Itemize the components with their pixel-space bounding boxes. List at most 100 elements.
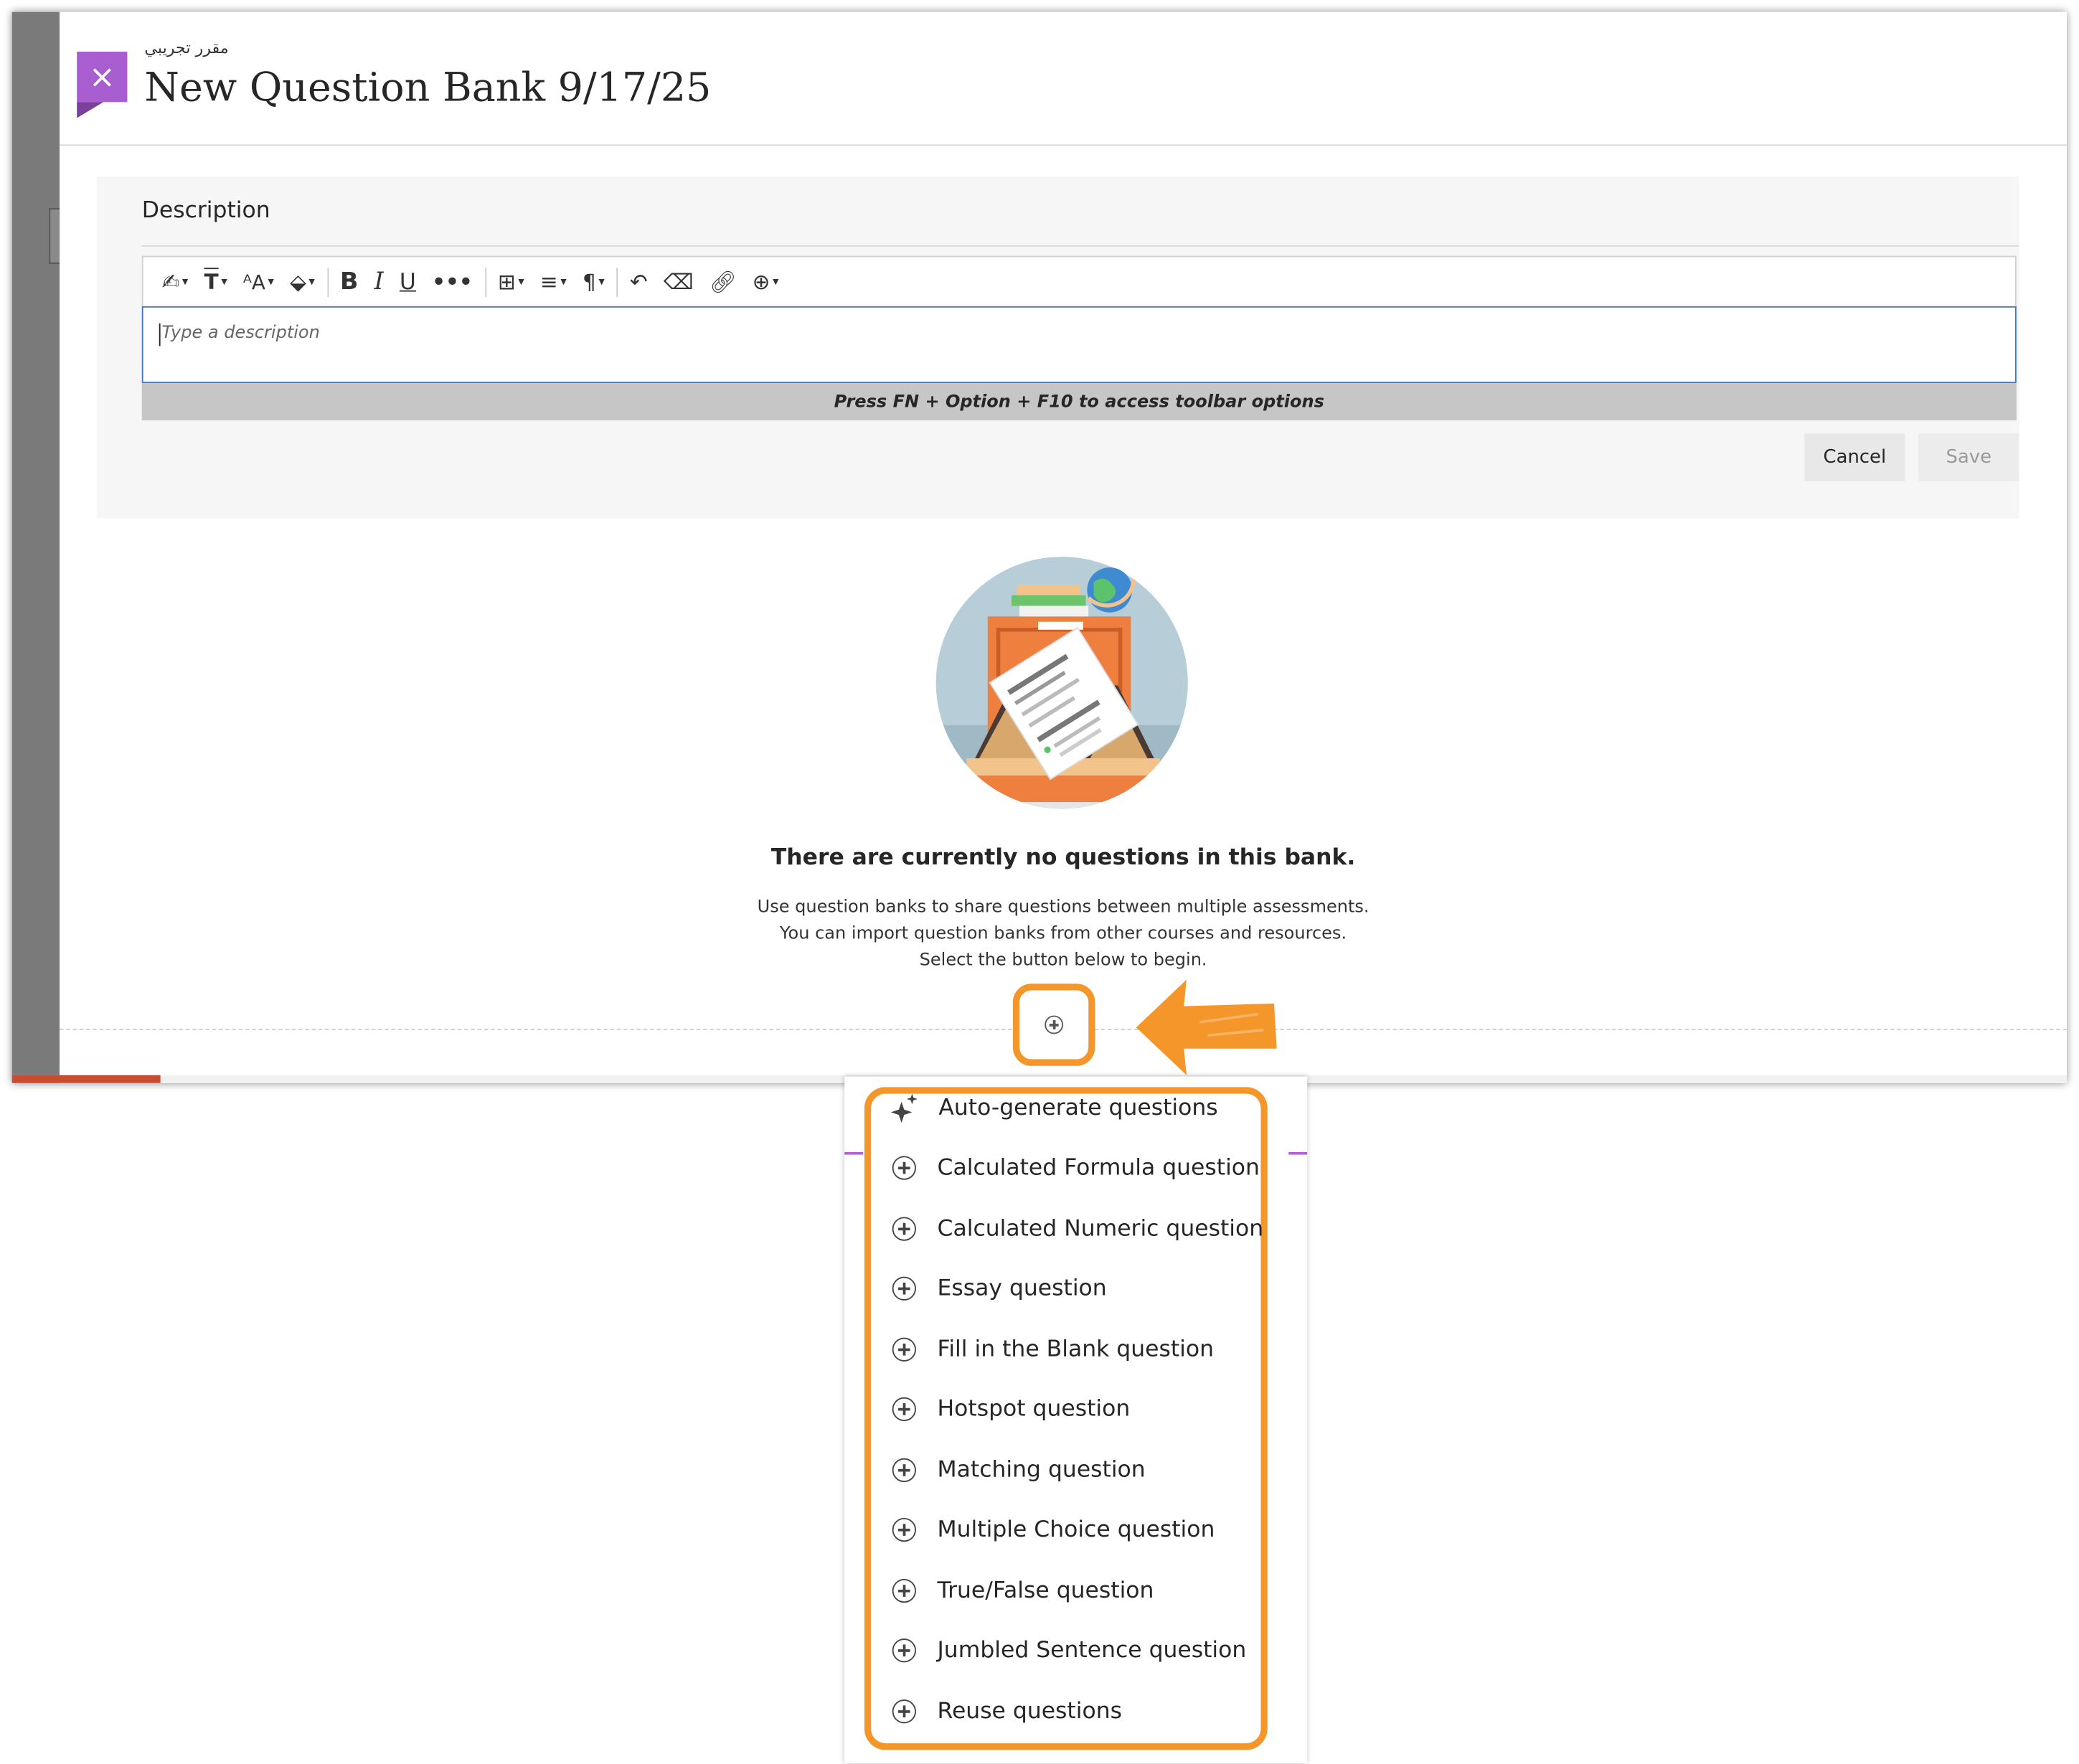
plus-circle-icon: [892, 1217, 916, 1241]
undo-button[interactable]: ↶: [622, 263, 656, 301]
description-placeholder: Type a description: [159, 323, 320, 346]
menu-item-label: Fill in the Blank question: [937, 1336, 1215, 1363]
font-size-icon: ᴬA: [242, 270, 265, 294]
add-question-button[interactable]: [1012, 984, 1095, 1066]
empty-state-line: Use question banks to share questions be…: [757, 897, 1370, 918]
background-page-strip: [11, 11, 62, 1083]
plus-circle-icon: [892, 1276, 916, 1301]
link-icon: 🔗︎: [709, 269, 737, 295]
sparkle-icon: [890, 1093, 918, 1123]
menu-item-label: Calculated Formula question: [937, 1154, 1260, 1181]
plus-circle-icon: [892, 1699, 916, 1724]
menu-item-label: Reuse questions: [937, 1698, 1122, 1725]
underline-icon: U: [399, 268, 416, 296]
chevron-down-icon: ▾: [560, 275, 567, 288]
align-left-icon: ≡: [539, 269, 558, 295]
eraser-icon: ⌫: [663, 269, 694, 295]
chevron-down-icon: ▾: [773, 275, 779, 288]
empty-state-title: There are currently no questions in this…: [770, 844, 1356, 872]
menu-item-essay[interactable]: Essay question: [885, 1262, 1107, 1315]
menu-item-label: Auto-generate questions: [938, 1095, 1218, 1122]
empty-state-line: Select the button below to begin.: [919, 951, 1207, 971]
course-breadcrumb[interactable]: مقرر تجريبي: [144, 39, 228, 57]
description-editor-card: Description ✍ ▾ T ▾ ᴬA ▾ ⬙ ▾ B I U ••• ⊞ ▾ ≡ ▾…: [96, 176, 2019, 519]
bold-icon: B: [340, 268, 359, 296]
background-status-accent: [11, 1075, 161, 1083]
chevron-down-icon: ▾: [182, 275, 189, 288]
plus-circle-icon: [892, 1337, 916, 1362]
plus-circle-icon: ⊕: [752, 269, 770, 295]
menu-edge-accent: [1288, 1151, 1308, 1155]
insert-table-button[interactable]: ⊞ ▾: [490, 263, 532, 301]
menu-item-auto-generate[interactable]: Auto-generate questions: [885, 1082, 1218, 1135]
description-input[interactable]: Type a description: [141, 306, 2017, 384]
empty-state-line: You can import question banks from other…: [780, 924, 1347, 944]
italic-icon: I: [374, 268, 384, 296]
paragraph-button[interactable]: ¶ ▾: [575, 263, 613, 301]
undo-icon: ↶: [629, 269, 648, 295]
menu-item-label: True/False question: [937, 1577, 1154, 1605]
plus-circle-icon: [892, 1156, 916, 1180]
underline-button[interactable]: U: [392, 263, 424, 301]
menu-edge-accent: [844, 1151, 864, 1155]
toolbar-separator: [484, 267, 486, 297]
menu-item-label: Matching question: [937, 1456, 1146, 1484]
toolbar-hint: Press FN + Option + F10 to access toolba…: [141, 383, 2017, 420]
more-options-button[interactable]: •••: [424, 263, 481, 301]
empty-state-description: Use question banks to share questions be…: [60, 895, 2067, 974]
menu-item-hotspot[interactable]: Hotspot question: [885, 1382, 1130, 1435]
clear-format-button[interactable]: ⌫: [656, 263, 702, 301]
pilcrow-icon: ¶: [582, 269, 596, 295]
menu-item-label: Essay question: [937, 1275, 1107, 1302]
link-button[interactable]: 🔗︎: [702, 263, 745, 301]
menu-item-label: Calculated Numeric question: [937, 1215, 1264, 1242]
description-label: Description: [141, 197, 270, 225]
menu-item-multiple-choice[interactable]: Multiple Choice question: [885, 1504, 1215, 1557]
chevron-down-icon: ▾: [598, 275, 605, 288]
menu-item-label: Jumbled Sentence question: [937, 1637, 1247, 1664]
menu-item-true-false[interactable]: True/False question: [885, 1565, 1154, 1618]
plus-circle-icon: [892, 1397, 916, 1422]
menu-item-label: Hotspot question: [937, 1395, 1131, 1423]
menu-item-calculated-formula[interactable]: Calculated Formula question: [885, 1141, 1260, 1194]
question-bank-window: × مقرر تجريبي New Question Bank 9/17/25 …: [11, 11, 2068, 1083]
description-divider: [141, 245, 2019, 247]
plus-circle-icon: [1045, 1015, 1064, 1034]
editor-toolbar: ✍ ▾ T ▾ ᴬA ▾ ⬙ ▾ B I U ••• ⊞ ▾ ≡ ▾ ¶ ▾ ↶ ⌫ 🔗︎ ⊕…: [141, 255, 2017, 306]
menu-item-fill-in-the-blank[interactable]: Fill in the Blank question: [885, 1323, 1214, 1376]
plus-circle-icon: [892, 1578, 916, 1603]
toolbar-separator: [326, 267, 329, 297]
font-size-button[interactable]: ᴬA ▾: [235, 263, 282, 301]
text-format-icon: T: [204, 269, 219, 295]
page-title: New Question Bank 9/17/25: [144, 65, 712, 112]
plus-circle-icon: [892, 1458, 916, 1483]
orange-arrow-icon: [1136, 979, 1277, 1075]
chevron-down-icon: ▾: [308, 275, 315, 288]
italic-button[interactable]: I: [366, 263, 391, 301]
save-button[interactable]: Save: [1918, 433, 2019, 481]
title-divider: [60, 144, 2068, 146]
paint-bucket-icon: ⬙: [290, 269, 306, 295]
plus-circle-icon: [892, 1517, 916, 1542]
formatting-button[interactable]: T ▾: [196, 263, 235, 301]
close-panel-button[interactable]: ×: [77, 52, 128, 118]
ellipsis-icon: •••: [432, 269, 473, 295]
text-color-button[interactable]: ⬙ ▾: [282, 263, 323, 301]
empty-bank-illustration: [935, 557, 1188, 809]
chevron-down-icon: ▾: [518, 275, 524, 288]
menu-item-matching[interactable]: Matching question: [885, 1443, 1146, 1496]
paragraph-style-button[interactable]: ✍ ▾: [154, 263, 196, 301]
pen-style-icon: ✍: [161, 269, 180, 295]
align-button[interactable]: ≡ ▾: [532, 263, 575, 301]
insert-content-button[interactable]: ⊕ ▾: [745, 263, 787, 301]
cancel-button[interactable]: Cancel: [1804, 433, 1905, 481]
table-icon: ⊞: [497, 269, 516, 295]
menu-item-jumbled-sentence[interactable]: Jumbled Sentence question: [885, 1624, 1246, 1677]
close-icon: ×: [88, 58, 116, 96]
chevron-down-icon: ▾: [221, 275, 227, 288]
menu-item-calculated-numeric[interactable]: Calculated Numeric question: [885, 1202, 1263, 1255]
menu-item-reuse-questions[interactable]: Reuse questions: [885, 1685, 1122, 1738]
chevron-down-icon: ▾: [268, 275, 274, 288]
menu-item-label: Multiple Choice question: [937, 1517, 1215, 1544]
bold-button[interactable]: B: [332, 263, 367, 301]
